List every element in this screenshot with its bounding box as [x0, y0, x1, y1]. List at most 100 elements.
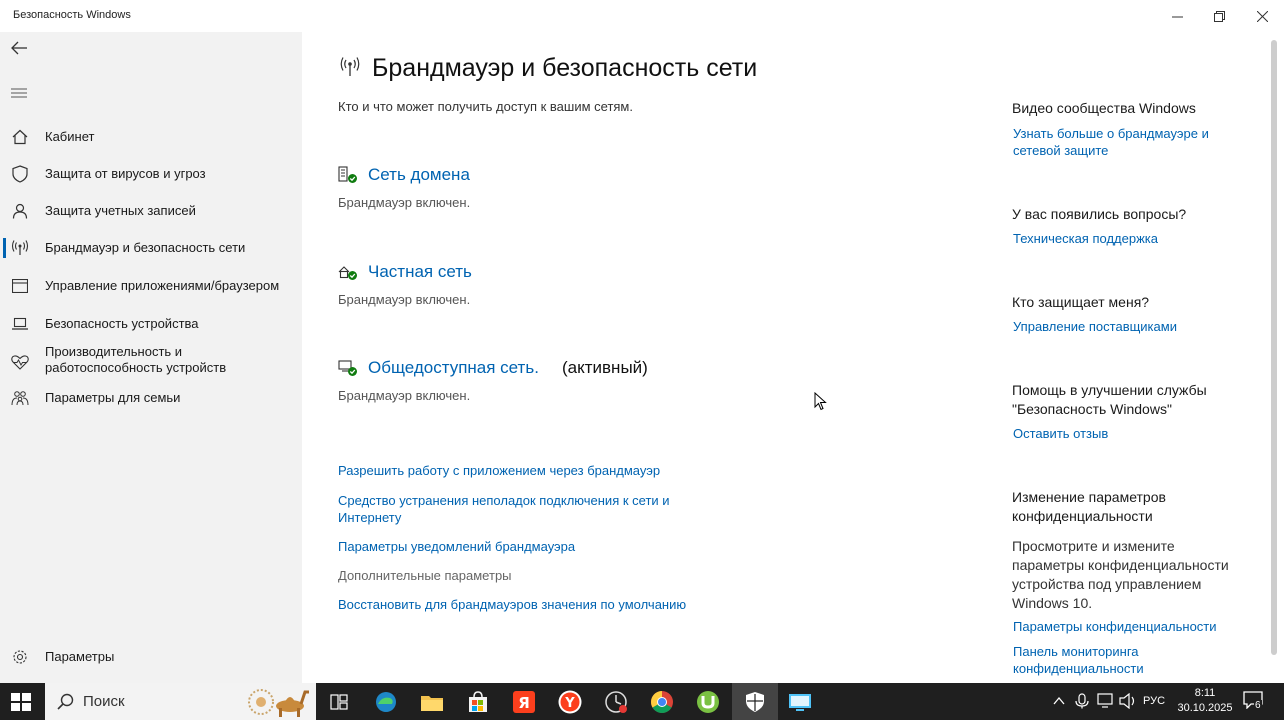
file-explorer-icon[interactable] — [418, 688, 446, 716]
privacy-settings-link[interactable]: Параметры конфиденциальности — [1013, 618, 1217, 635]
restore-button[interactable] — [1197, 0, 1241, 32]
yandex-icon[interactable]: Я — [510, 688, 538, 716]
feedback-link[interactable]: Оставить отзыв — [1013, 425, 1108, 442]
family-icon — [11, 389, 29, 407]
privacy-heading: Изменение параметров конфиденциальности — [1012, 488, 1166, 526]
questions-heading: У вас появились вопросы? — [1012, 206, 1187, 222]
task-view-icon[interactable] — [325, 688, 353, 716]
yandex-browser-icon[interactable]: Y — [556, 688, 584, 716]
sidebar-item-device-performance[interactable]: Производительность и работоспособность ус… — [0, 344, 302, 380]
main-content: Брандмауэр и безопасность сети Кто и что… — [302, 32, 1284, 683]
privacy-description-line4: Windows 10. — [1012, 595, 1093, 611]
screen-capture-icon[interactable] — [602, 688, 630, 716]
privacy-dashboard-link-line2: конфиденциальности — [1013, 661, 1144, 676]
sidebar: Кабинет Защита от вирусов и угроз Защита… — [0, 32, 302, 683]
sidebar-item-virus-protection[interactable]: Защита от вирусов и угроз — [0, 163, 302, 185]
edge-icon[interactable] — [372, 688, 400, 716]
volume-icon[interactable] — [1119, 693, 1137, 709]
back-arrow-icon — [11, 41, 27, 55]
privacy-heading-line1: Изменение параметров — [1012, 489, 1166, 505]
sidebar-item-account-protection[interactable]: Защита учетных записей — [0, 200, 302, 222]
title-bar: Безопасность Windows — [0, 0, 1284, 32]
private-network-link[interactable]: Частная сеть — [368, 262, 472, 282]
private-network-icon — [338, 266, 357, 280]
remote-desktop-icon[interactable] — [786, 688, 814, 716]
sidebar-item-home[interactable]: Кабинет — [0, 126, 302, 148]
privacy-description-line1: Просмотрите и измените — [1012, 538, 1175, 554]
sidebar-item-label-line2: работоспособность устройств — [45, 360, 227, 375]
privacy-dashboard-link[interactable]: Панель мониторинга конфиденциальности — [1013, 643, 1144, 677]
domain-network-link[interactable]: Сеть домена — [368, 165, 470, 185]
troubleshooter-link[interactable]: Средство устранения неполадок подключени… — [338, 492, 670, 526]
search-icon — [57, 693, 74, 710]
home-icon — [11, 128, 29, 146]
taskbar-search[interactable]: Поиск — [45, 683, 316, 720]
sidebar-item-label: Безопасность устройства — [45, 316, 199, 331]
vertical-scrollbar[interactable] — [1271, 40, 1277, 655]
domain-network-icon — [338, 166, 357, 183]
menu-button[interactable] — [11, 86, 27, 98]
window-title: Безопасность Windows — [13, 9, 131, 21]
close-icon — [1256, 10, 1268, 22]
clock-date: 30.10.2025 — [1177, 702, 1233, 714]
page-subtitle: Кто и что может получить доступ к вашим … — [338, 99, 633, 114]
browser-window-icon — [11, 277, 29, 295]
clock[interactable]: 8:11 30.10.2025 — [1170, 686, 1240, 716]
show-hidden-icons-icon[interactable] — [1053, 696, 1065, 706]
improve-heading-line2: "Безопасность Windows" — [1012, 401, 1172, 417]
chrome-icon[interactable] — [648, 688, 676, 716]
windows-start-icon[interactable] — [10, 692, 32, 712]
back-button[interactable] — [9, 38, 29, 58]
notification-count-badge: 6 — [1254, 700, 1262, 711]
language-indicator[interactable]: РУС — [1143, 695, 1165, 707]
store-icon[interactable] — [464, 688, 492, 716]
public-network-status: Брандмауэр включен. — [338, 388, 471, 403]
mouse-cursor-icon — [814, 392, 827, 411]
privacy-description: Просмотрите и измените параметры конфиден… — [1012, 537, 1229, 613]
active-network-badge: (активный) — [562, 358, 648, 377]
improve-heading: Помощь в улучшении службы "Безопасность W… — [1012, 381, 1207, 419]
tech-support-link[interactable]: Техническая поддержка — [1013, 230, 1158, 247]
community-videos-heading: Видео сообщества Windows — [1012, 100, 1196, 116]
wifi-antenna-icon — [340, 57, 360, 76]
network-icon[interactable] — [1097, 693, 1115, 709]
sidebar-item-label: Управление приложениями/браузером — [45, 278, 280, 293]
person-icon — [11, 202, 29, 220]
windows-security-taskbar-icon[interactable] — [732, 683, 778, 720]
sidebar-item-settings[interactable]: Параметры — [0, 646, 302, 668]
heart-pulse-icon — [11, 353, 29, 371]
sidebar-item-label: Производительность и работоспособность ус… — [45, 344, 226, 376]
notification-settings-link[interactable]: Параметры уведомлений брандмауэра — [338, 538, 575, 555]
privacy-dashboard-link-line1: Панель мониторинга — [1013, 644, 1139, 659]
svg-text:Y: Y — [564, 696, 575, 711]
allow-app-link[interactable]: Разрешить работу с приложением через бра… — [338, 462, 660, 479]
search-placeholder: Поиск — [83, 693, 125, 710]
notification-center-button[interactable]: 6 — [1243, 691, 1267, 713]
sidebar-item-label: Брандмауэр и безопасность сети — [45, 240, 246, 255]
learn-more-link[interactable]: Узнать больше о брандмауэре и сетевой защ… — [1013, 125, 1209, 159]
utorrent-icon[interactable] — [694, 688, 722, 716]
minimize-button[interactable] — [1155, 0, 1199, 32]
sidebar-item-label: Параметры для семьи — [45, 390, 181, 405]
close-button[interactable] — [1240, 0, 1284, 32]
restore-defaults-link[interactable]: Восстановить для брандмауэров значения п… — [338, 596, 686, 613]
sidebar-item-app-browser-control[interactable]: Управление приложениями/браузером — [0, 275, 302, 297]
mic-icon[interactable] — [1075, 693, 1089, 709]
wifi-antenna-icon — [11, 239, 29, 257]
sidebar-item-firewall[interactable]: Брандмауэр и безопасность сети — [0, 237, 302, 259]
sidebar-item-device-security[interactable]: Безопасность устройства — [0, 313, 302, 335]
troubleshooter-link-line2: Интернету — [338, 510, 402, 525]
laptop-icon — [11, 315, 29, 333]
sidebar-item-label: Кабинет — [45, 129, 95, 144]
public-network-link[interactable]: Общедоступная сеть. — [368, 358, 539, 378]
privacy-heading-line2: конфиденциальности — [1012, 508, 1153, 524]
manage-providers-link[interactable]: Управление поставщиками — [1013, 318, 1177, 335]
public-network-icon — [338, 360, 357, 376]
taskbar: Поиск Я Y РУС 8:11 30.10.2025 6 — [0, 683, 1284, 720]
hamburger-icon — [11, 88, 27, 98]
sidebar-item-label: Защита учетных записей — [45, 203, 196, 218]
learn-more-link-line2: сетевой защите — [1013, 143, 1109, 158]
sidebar-item-family-options[interactable]: Параметры для семьи — [0, 387, 302, 409]
search-highlight-icon — [248, 689, 309, 717]
advanced-settings-link[interactable]: Дополнительные параметры — [338, 567, 512, 584]
